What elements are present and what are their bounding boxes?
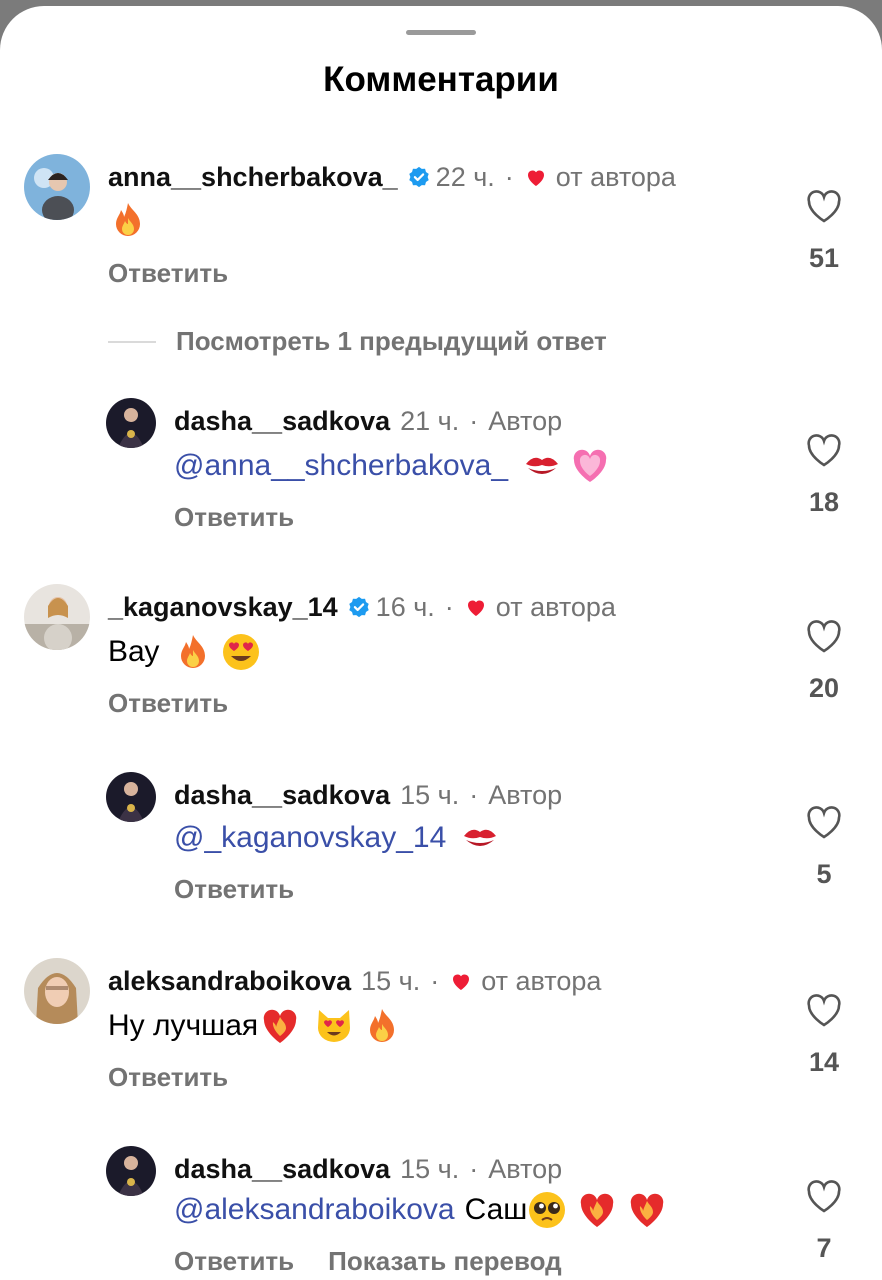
heart-eyes-cat-emoji-icon (318, 1010, 351, 1042)
liked-by-author-label: от автора (555, 162, 676, 192)
reply-button[interactable]: Ответить (108, 258, 228, 289)
separator: · (469, 406, 479, 436)
heart-outline-icon[interactable] (806, 620, 842, 654)
comment-time: 15 ч. (361, 966, 421, 996)
avatar[interactable] (24, 154, 90, 220)
verified-badge-icon (348, 596, 369, 618)
like-control: 7 (796, 1180, 852, 1264)
reply-button[interactable]: Ответить (174, 1246, 294, 1277)
comment-time: 22 ч. (435, 162, 495, 192)
fire-emoji-icon (181, 635, 206, 668)
view-previous-replies-label: Посмотреть 1 предыдущий ответ (176, 326, 607, 356)
reply-button[interactable]: Ответить (108, 1062, 228, 1093)
verified-badge-icon (408, 166, 429, 188)
pleading-face-emoji-icon (529, 1192, 566, 1228)
comment-text: Ну лучшая (108, 1009, 259, 1042)
avatar[interactable] (24, 958, 90, 1024)
red-heart-icon (527, 170, 544, 186)
like-control: 51 (796, 190, 852, 274)
kiss-mark-emoji-icon (526, 457, 559, 474)
heart-on-fire-emoji-icon (263, 1009, 297, 1043)
mention-link[interactable]: @aleksandraboikova (174, 1190, 455, 1230)
avatar[interactable] (24, 584, 90, 650)
like-count: 18 (808, 487, 840, 517)
red-heart-icon (467, 600, 484, 616)
author-badge: Автор (488, 780, 563, 810)
comment-time: 15 ч. (400, 780, 460, 810)
username[interactable]: aleksandraboikova (108, 964, 351, 998)
like-count: 7 (816, 1233, 832, 1263)
reply-button[interactable]: Ответить (108, 688, 228, 719)
separator: · (504, 162, 514, 192)
heart-on-fire-emoji-icon (581, 1193, 614, 1227)
comment-time: 15 ч. (400, 1154, 460, 1184)
avatar[interactable] (106, 772, 156, 822)
author-badge: Автор (488, 1154, 563, 1184)
heart-outline-icon[interactable] (806, 1180, 842, 1214)
view-previous-replies-button[interactable]: Посмотреть 1 предыдущий ответ (108, 326, 607, 357)
heart-outline-icon[interactable] (806, 434, 842, 468)
sheet-title: Комментарии (323, 60, 559, 99)
like-control: 14 (796, 994, 852, 1078)
reply-button[interactable]: Ответить (174, 874, 294, 905)
heart-outline-icon[interactable] (806, 994, 842, 1028)
username[interactable]: dasha__sadkova (174, 1152, 390, 1186)
separator: · (444, 592, 454, 622)
heart-on-fire-emoji-icon (631, 1193, 664, 1227)
username[interactable]: dasha__sadkova (174, 404, 390, 438)
drag-handle[interactable] (406, 30, 476, 35)
show-translation-button[interactable]: Показать перевод (328, 1246, 562, 1277)
author-badge: Автор (488, 406, 563, 436)
comment-time: 16 ч. (375, 592, 435, 622)
fire-emoji-icon (370, 1009, 395, 1042)
mention-link[interactable]: @_kaganovskay_14 (174, 818, 446, 858)
kiss-mark-emoji-icon (464, 829, 497, 846)
comment-text: Вау (108, 635, 160, 668)
heart-eyes-emoji-icon (223, 634, 260, 670)
liked-by-author-label: от автора (495, 592, 616, 622)
like-control: 20 (796, 620, 852, 704)
fire-emoji-icon (116, 203, 140, 236)
mention-link[interactable]: @anna__shcherbakova_ (174, 446, 508, 486)
separator: · (430, 966, 440, 996)
like-control: 18 (796, 434, 852, 518)
red-heart-icon (453, 974, 470, 990)
liked-by-author-label: от автора (481, 966, 602, 996)
separator: · (469, 1154, 479, 1184)
username[interactable]: anna__shcherbakova_ (108, 160, 398, 194)
avatar[interactable] (106, 398, 156, 448)
heart-outline-icon[interactable] (806, 190, 842, 224)
comment-text: Саш (464, 1193, 528, 1226)
like-count: 5 (816, 859, 832, 889)
comment-time: 21 ч. (400, 406, 460, 436)
like-count: 51 (808, 243, 840, 273)
reply-button[interactable]: Ответить (174, 502, 294, 533)
comments-sheet: Комментарии anna__shcherbakova_ 22 ч. · … (0, 6, 882, 1280)
heart-outline-icon[interactable] (806, 806, 842, 840)
separator: · (469, 780, 479, 810)
thread-line (108, 340, 156, 343)
like-count: 14 (808, 1047, 840, 1077)
avatar[interactable] (106, 1146, 156, 1196)
username[interactable]: dasha__sadkova (174, 778, 390, 812)
like-count: 20 (808, 673, 840, 703)
sparkling-heart-emoji-icon (573, 449, 607, 482)
username[interactable]: _kaganovskay_14 (108, 590, 338, 624)
like-control: 5 (796, 806, 852, 890)
